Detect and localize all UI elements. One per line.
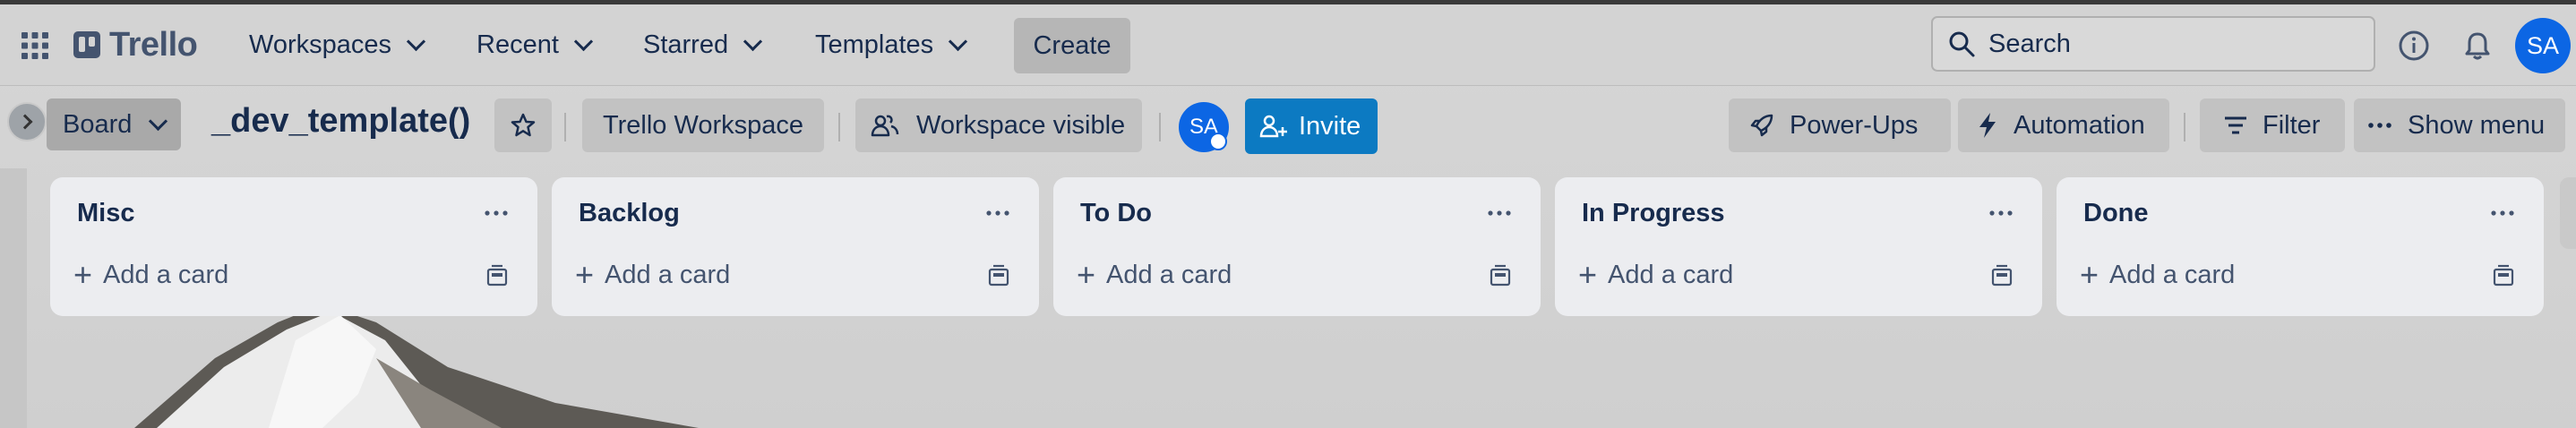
header-divider: [1159, 113, 1161, 141]
list-more-icon[interactable]: [1983, 201, 2019, 226]
workspace-button[interactable]: Trello Workspace: [582, 98, 824, 152]
power-ups-label: Power-Ups: [1790, 110, 1919, 140]
header-divider: [564, 113, 566, 141]
add-another-list-edge[interactable]: [2560, 177, 2576, 249]
search-input[interactable]: Search: [1931, 16, 2375, 72]
notifications-bell-icon[interactable]: [2461, 30, 2494, 62]
star-board-button[interactable]: [494, 98, 552, 152]
app-switcher-icon[interactable]: [20, 30, 50, 61]
list-title[interactable]: Backlog: [579, 199, 680, 228]
chevron-down-icon: [743, 31, 763, 51]
templates-label: Templates: [815, 30, 934, 59]
board-header: Board _dev_template() Trello Workspace W…: [0, 86, 2576, 168]
list-column[interactable]: Backlog + Add a card: [552, 177, 1039, 316]
header-divider: [2184, 113, 2185, 141]
plus-icon: +: [1578, 256, 1598, 293]
brand-name: Trello: [109, 25, 198, 64]
background-mountain-image: [134, 304, 699, 428]
people-icon: [871, 115, 899, 137]
plus-icon: +: [1077, 256, 1096, 293]
starred-label: Starred: [643, 30, 729, 59]
list-more-icon[interactable]: [980, 201, 1016, 226]
search-placeholder: Search: [1988, 29, 2071, 58]
star-icon: [511, 113, 536, 137]
templates-menu[interactable]: Templates: [803, 19, 977, 71]
chevron-down-icon: [949, 31, 968, 51]
add-card-label: Add a card: [1106, 260, 1232, 289]
chevron-down-icon: [149, 111, 168, 131]
expand-sidebar-button[interactable]: [7, 102, 47, 141]
list-column[interactable]: To Do + Add a card: [1053, 177, 1541, 316]
create-from-template-icon[interactable]: [1487, 263, 1514, 290]
workspaces-menu[interactable]: Workspaces: [236, 19, 435, 71]
info-icon[interactable]: [2398, 30, 2430, 62]
show-menu-button[interactable]: Show menu: [2354, 98, 2565, 152]
invite-label: Invite: [1299, 111, 1361, 141]
board-view-label: Board: [63, 109, 133, 139]
add-card-button[interactable]: + Add a card: [2069, 251, 2445, 299]
create-from-template-icon[interactable]: [2490, 263, 2517, 290]
add-card-label: Add a card: [2109, 260, 2236, 289]
trello-logo[interactable]: Trello: [73, 25, 198, 64]
add-card-label: Add a card: [103, 260, 229, 289]
add-card-label: Add a card: [1608, 260, 1734, 289]
recent-label: Recent: [477, 30, 559, 59]
top-navigation: Trello Workspaces Recent Starred Templat…: [0, 4, 2576, 86]
list-title[interactable]: In Progress: [1582, 199, 1725, 228]
left-gutter: [0, 168, 27, 428]
more-icon: [2368, 123, 2391, 128]
visibility-label: Workspace visible: [916, 110, 1126, 140]
automation-button[interactable]: Automation: [1958, 98, 2169, 152]
add-person-icon: [1259, 115, 1287, 138]
add-card-button[interactable]: + Add a card: [63, 251, 439, 299]
power-ups-button[interactable]: Power-Ups: [1729, 98, 1951, 152]
starred-menu[interactable]: Starred: [631, 19, 772, 71]
list-more-icon[interactable]: [1481, 201, 1517, 226]
invite-button[interactable]: Invite: [1245, 98, 1378, 154]
plus-icon: +: [575, 256, 595, 293]
add-card-button[interactable]: + Add a card: [1567, 251, 1944, 299]
create-from-template-icon[interactable]: [1988, 263, 2015, 290]
workspaces-label: Workspaces: [249, 30, 392, 59]
add-card-button[interactable]: + Add a card: [564, 251, 940, 299]
visibility-button[interactable]: Workspace visible: [855, 98, 1142, 152]
list-more-icon[interactable]: [478, 201, 514, 226]
add-card-label: Add a card: [605, 260, 731, 289]
list-title[interactable]: Done: [2083, 199, 2149, 228]
create-from-template-icon[interactable]: [484, 263, 511, 290]
list-title[interactable]: To Do: [1080, 199, 1152, 228]
list-column[interactable]: Misc + Add a card: [50, 177, 537, 316]
search-icon: [1949, 31, 1975, 57]
user-avatar[interactable]: SA: [2515, 18, 2571, 73]
create-button[interactable]: Create: [1014, 18, 1130, 73]
show-menu-label: Show menu: [2408, 110, 2546, 140]
automation-label: Automation: [2014, 110, 2145, 140]
filter-icon: [2225, 116, 2246, 134]
board-title[interactable]: _dev_template(): [211, 102, 470, 141]
list-title[interactable]: Misc: [77, 199, 134, 228]
recent-menu[interactable]: Recent: [464, 19, 603, 71]
create-from-template-icon[interactable]: [985, 263, 1012, 290]
plus-icon: +: [2080, 256, 2099, 293]
rocket-icon: [1750, 114, 1773, 137]
lightning-icon: [1979, 113, 1996, 138]
list-column[interactable]: Done + Add a card: [2057, 177, 2544, 316]
header-divider: [838, 113, 840, 141]
plus-icon: +: [73, 256, 93, 293]
list-more-icon[interactable]: [2485, 201, 2520, 226]
chevron-down-icon: [573, 31, 593, 51]
board-view-switcher[interactable]: Board: [47, 98, 181, 150]
trello-logo-icon: [73, 31, 100, 58]
filter-button[interactable]: Filter: [2200, 98, 2345, 152]
filter-label: Filter: [2263, 110, 2321, 140]
chevron-down-icon: [406, 31, 426, 51]
add-card-button[interactable]: + Add a card: [1066, 251, 1442, 299]
list-column[interactable]: In Progress + Add a card: [1555, 177, 2042, 316]
admin-badge-icon: [1209, 133, 1227, 150]
